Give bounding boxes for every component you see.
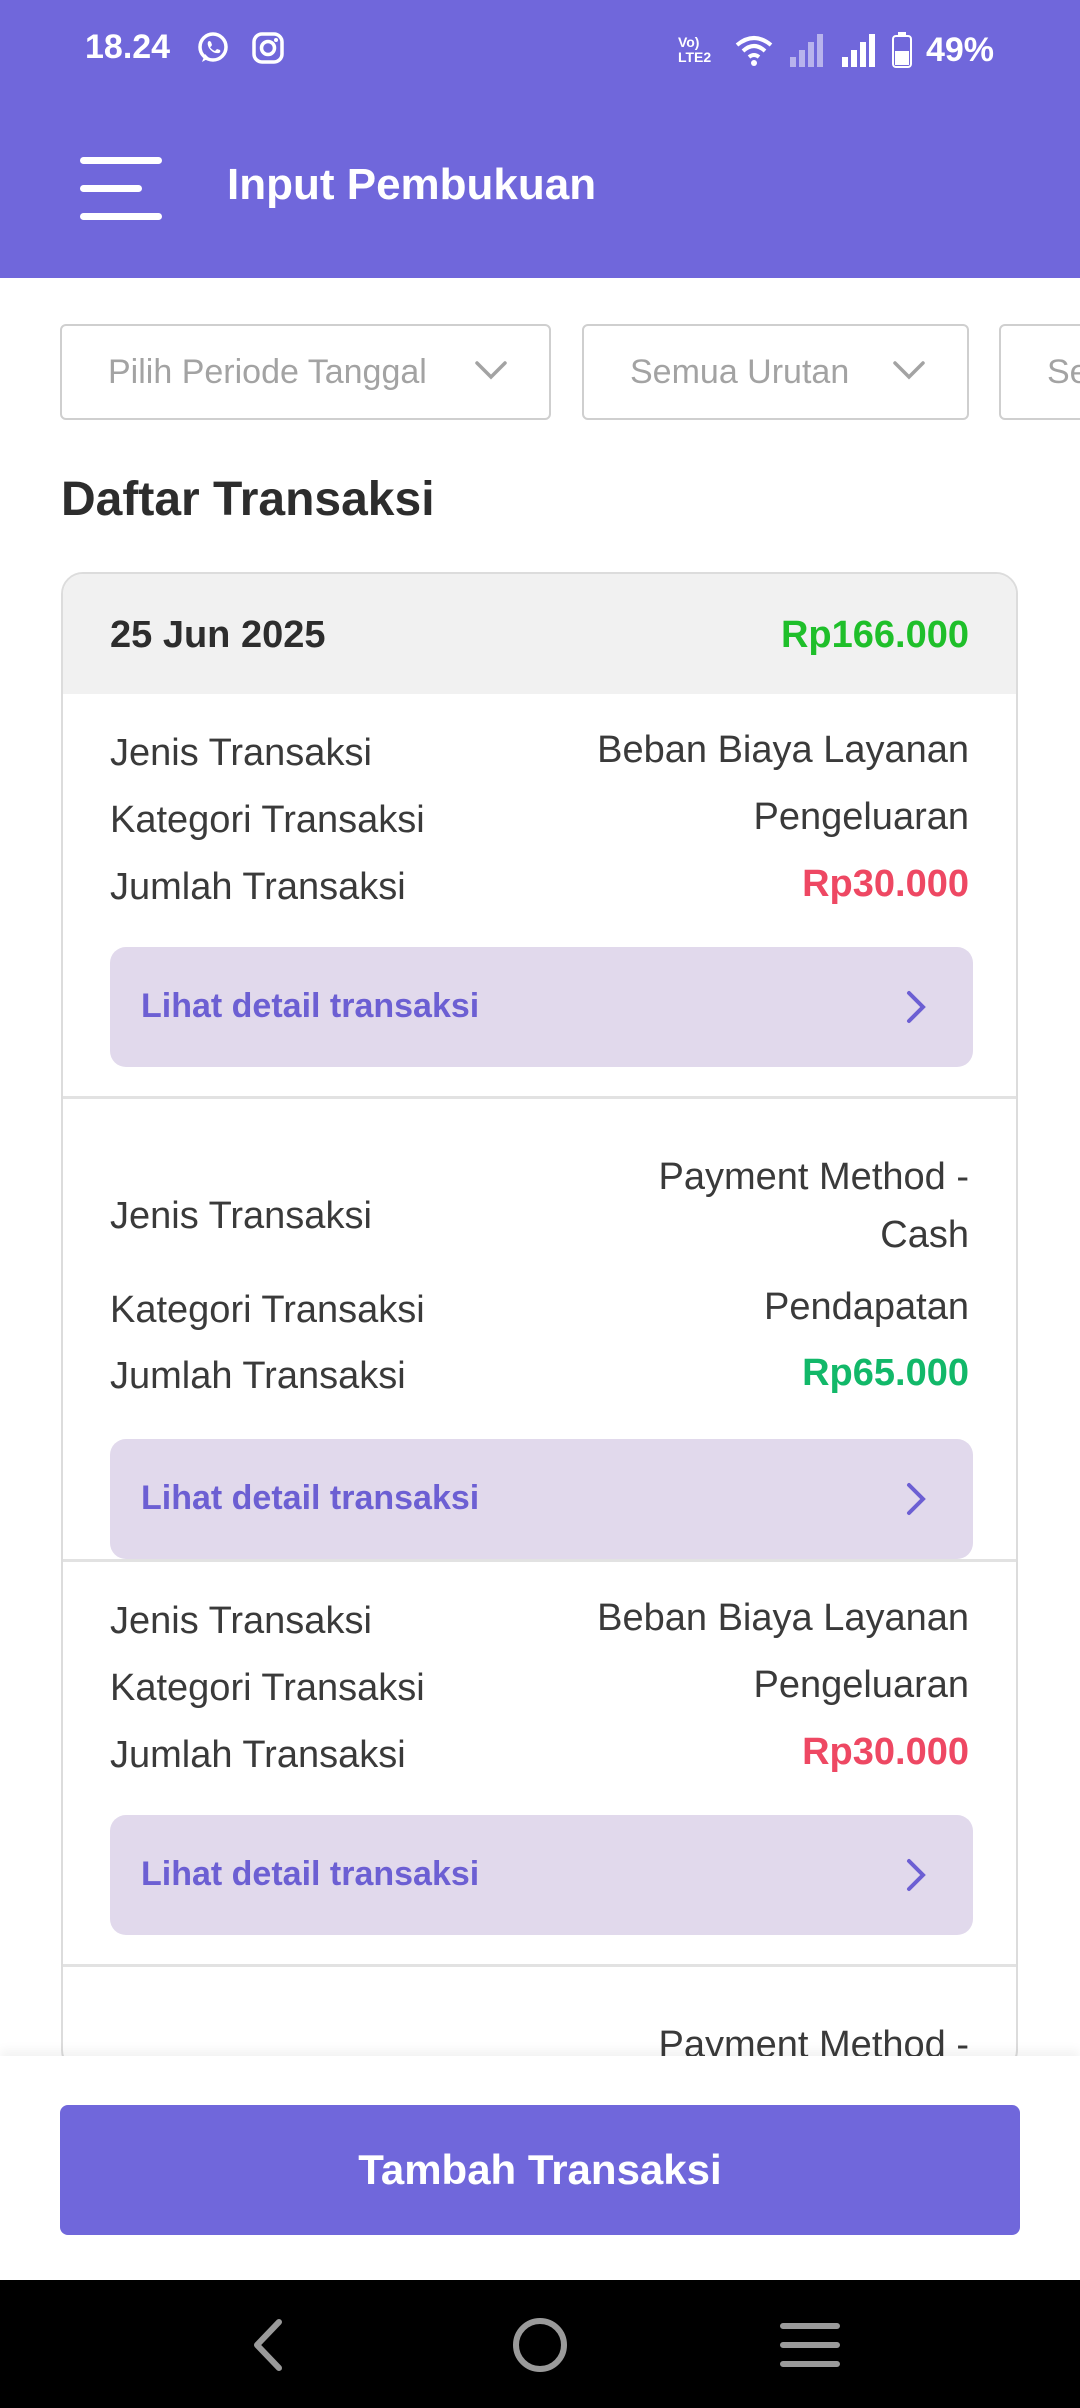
instagram-icon (252, 32, 284, 64)
view-detail-button[interactable]: Lihat detail transaksi (110, 1439, 973, 1559)
category-label: Kategori Transaksi (110, 1289, 425, 1331)
filter-bar: Pilih Periode Tanggal Semua Urutan Se (0, 324, 1080, 420)
view-detail-button[interactable]: Lihat detail transaksi (110, 947, 973, 1067)
status-bar: 18.24 Vo) LTE2 49% (0, 0, 1080, 100)
signal-icon (841, 34, 875, 67)
group-total: Rp166.000 (780, 614, 969, 656)
transaction-item: Jenis Transaksi Beban Biaya Layanan Kate… (63, 694, 1016, 1099)
amount-value: Rp30.000 (802, 1731, 969, 1773)
volte-label: Vo) LTE2 (677, 34, 712, 65)
section-title: Daftar Transaksi (61, 473, 435, 526)
group-header: 25 Jun 2025 Rp166.000 (63, 574, 1016, 694)
amount-label: Jumlah Transaksi (110, 866, 406, 908)
app-header: Input Pembukuan (0, 100, 1080, 278)
amount-label: Jumlah Transaksi (110, 1355, 406, 1397)
chevron-down-icon (893, 361, 925, 380)
whatsapp-icon (198, 32, 228, 62)
menu-icon[interactable] (76, 155, 166, 223)
back-icon[interactable] (235, 2310, 305, 2380)
transaction-group-card: 25 Jun 2025 Rp166.000 Jenis Transaksi Be… (61, 572, 1018, 2072)
chevron-down-icon (475, 361, 507, 380)
view-detail-label: Lihat detail transaksi (141, 1479, 480, 1517)
type-label: Jenis Transaksi (110, 732, 372, 774)
sort-filter-label: Semua Urutan (630, 352, 850, 391)
third-filter[interactable]: Se (999, 324, 1080, 420)
type-label: Jenis Transaksi (110, 1600, 372, 1642)
category-value: Pengeluaran (753, 796, 969, 838)
date-period-filter[interactable]: Pilih Periode Tanggal (60, 324, 551, 420)
battery-percent: 49% (925, 30, 994, 69)
add-transaction-label: Tambah Transaksi (358, 2146, 722, 2193)
system-nav-bar (0, 2280, 1080, 2408)
category-label: Kategori Transaksi (110, 1667, 425, 1709)
view-detail-label: Lihat detail transaksi (141, 987, 480, 1025)
category-value: Pendapatan (764, 1286, 969, 1328)
transaction-item: Jenis Transaksi Beban Biaya Layanan Kate… (63, 1562, 1016, 1967)
home-icon[interactable] (505, 2310, 575, 2380)
amount-value: Rp30.000 (802, 863, 969, 905)
page-title: Input Pembukuan (227, 160, 597, 209)
date-period-filter-label: Pilih Periode Tanggal (108, 352, 427, 391)
third-filter-label: Se (1047, 352, 1080, 391)
app-top-bar: 18.24 Vo) LTE2 49% Input Pembukuan (0, 0, 1080, 278)
category-value: Pengeluaran (753, 1664, 969, 1706)
signal-icon (789, 34, 823, 67)
type-value: Beban Biaya Layanan (597, 729, 969, 771)
chevron-right-icon (907, 1859, 926, 1891)
group-date: 25 Jun 2025 (110, 614, 326, 656)
transaction-item: Jenis Transaksi Payment Method - Cash Ka… (63, 1099, 1016, 1562)
recents-icon[interactable] (775, 2310, 845, 2380)
sort-filter[interactable]: Semua Urutan (582, 324, 969, 420)
type-value-line1: Payment Method - (658, 1156, 969, 1198)
wifi-icon (735, 36, 773, 66)
status-right: Vo) LTE2 49% (678, 28, 994, 72)
add-transaction-button[interactable]: Tambah Transaksi (60, 2105, 1020, 2235)
chevron-right-icon (907, 1483, 926, 1515)
bottom-action-bar: Tambah Transaksi (0, 2056, 1080, 2280)
chevron-right-icon (907, 991, 926, 1023)
view-detail-button[interactable]: Lihat detail transaksi (110, 1815, 973, 1935)
view-detail-label: Lihat detail transaksi (141, 1855, 480, 1893)
type-value: Beban Biaya Layanan (597, 1597, 969, 1639)
battery-icon (891, 32, 912, 68)
type-label: Jenis Transaksi (110, 1195, 372, 1237)
amount-label: Jumlah Transaksi (110, 1734, 406, 1776)
category-label: Kategori Transaksi (110, 799, 425, 841)
type-value-line2: Cash (880, 1214, 969, 1256)
status-time: 18.24 (85, 28, 171, 66)
amount-value: Rp65.000 (802, 1352, 969, 1394)
